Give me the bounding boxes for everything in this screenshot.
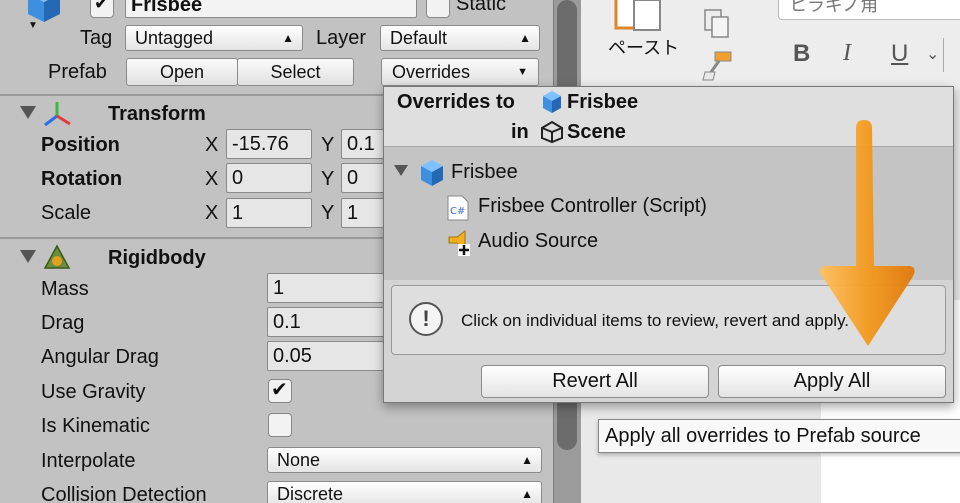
transform-title: Transform bbox=[108, 103, 206, 125]
foldout-arrow-icon[interactable] bbox=[394, 165, 408, 176]
paste-label[interactable]: ペースト bbox=[608, 36, 679, 60]
dropdown-arrow-icon: ▼ bbox=[517, 66, 528, 78]
italic-button[interactable]: I bbox=[843, 40, 851, 67]
prefab-label: Prefab bbox=[48, 61, 107, 83]
ribbon-divider bbox=[943, 38, 944, 72]
updown-arrows-icon: ▲ bbox=[282, 31, 294, 45]
prefab-select-button[interactable]: Select bbox=[237, 58, 354, 86]
unity-scene-icon bbox=[540, 120, 564, 144]
use-gravity-checkbox[interactable]: ✔ bbox=[268, 379, 292, 403]
scale-label: Scale bbox=[41, 202, 92, 224]
checkmark-icon: ✔ bbox=[94, 0, 110, 13]
mass-field[interactable]: 1 bbox=[267, 273, 397, 303]
clipboard-icon[interactable] bbox=[614, 0, 670, 32]
position-x-label: X bbox=[205, 134, 219, 156]
popup-title-object: Frisbee bbox=[567, 91, 639, 113]
interpolate-value: None bbox=[277, 450, 321, 470]
tag-value: Untagged bbox=[135, 28, 214, 48]
prefab-cube-icon bbox=[418, 159, 446, 187]
format-painter-icon[interactable] bbox=[701, 50, 735, 82]
layer-dropdown[interactable]: Default ▲ bbox=[380, 25, 540, 51]
collision-detection-dropdown[interactable]: Discrete ▲ bbox=[267, 481, 542, 503]
is-kinematic-label: Is Kinematic bbox=[41, 415, 150, 437]
checkmark-icon: ✔ bbox=[271, 379, 288, 401]
interpolate-dropdown[interactable]: None ▲ bbox=[267, 447, 542, 473]
tree-item-frisbee-controller[interactable]: Frisbee Controller (Script) bbox=[478, 194, 707, 218]
dropdown-arrow-icon[interactable]: ▼ bbox=[28, 20, 38, 31]
copy-icon[interactable] bbox=[701, 8, 733, 40]
annotation-arrow-icon bbox=[812, 116, 922, 351]
csharp-script-icon: C# bbox=[447, 195, 469, 221]
active-checkbox[interactable]: ✔ bbox=[90, 0, 114, 18]
position-x-field[interactable]: -15.76 bbox=[226, 129, 312, 159]
foldout-arrow-icon[interactable] bbox=[20, 106, 36, 119]
font-name-field[interactable]: ヒラギノ角 bbox=[778, 0, 960, 20]
prefab-cube-icon bbox=[540, 90, 564, 114]
overrides-dropdown[interactable]: Overrides ▼ bbox=[381, 58, 539, 86]
info-text: Click on individual items to review, rev… bbox=[461, 311, 850, 330]
audio-source-added-icon bbox=[447, 229, 475, 257]
interpolate-label: Interpolate bbox=[41, 450, 136, 472]
tag-dropdown[interactable]: Untagged ▲ bbox=[125, 25, 303, 51]
updown-arrows-icon: ▲ bbox=[521, 487, 533, 501]
prefab-open-button[interactable]: Open bbox=[126, 58, 238, 86]
rotation-label: Rotation bbox=[41, 168, 123, 190]
rigidbody-title: Rigidbody bbox=[108, 247, 206, 269]
layer-value: Default bbox=[390, 28, 448, 48]
rotation-x-label: X bbox=[205, 168, 219, 190]
updown-arrows-icon: ▲ bbox=[519, 31, 531, 45]
scale-x-field[interactable]: 1 bbox=[226, 198, 312, 228]
angular-drag-label: Angular Drag bbox=[41, 346, 159, 368]
overrides-label: Overrides bbox=[392, 62, 471, 82]
scale-y-label: Y bbox=[321, 202, 335, 224]
tag-label: Tag bbox=[80, 27, 113, 49]
position-label: Position bbox=[41, 134, 120, 156]
updown-arrows-icon: ▲ bbox=[521, 453, 533, 467]
rotation-x-field[interactable]: 0 bbox=[226, 163, 312, 193]
object-name-field[interactable]: Frisbee bbox=[125, 0, 417, 18]
drag-field[interactable]: 0.1 bbox=[267, 307, 397, 337]
is-kinematic-checkbox[interactable] bbox=[268, 413, 292, 437]
rigidbody-icon bbox=[42, 244, 72, 272]
tree-root-frisbee[interactable]: Frisbee bbox=[451, 160, 518, 184]
use-gravity-label: Use Gravity bbox=[41, 381, 146, 403]
layer-label: Layer bbox=[316, 27, 367, 49]
underline-button[interactable]: U bbox=[891, 40, 908, 68]
popup-title-prefix: Overrides to bbox=[397, 91, 515, 113]
popup-in-label: in bbox=[511, 121, 529, 143]
foldout-arrow-icon[interactable] bbox=[20, 250, 36, 263]
bold-button[interactable]: B bbox=[793, 40, 810, 68]
transform-icon bbox=[42, 100, 72, 128]
apply-all-tooltip: Apply all overrides to Prefab source bbox=[598, 419, 960, 453]
rotation-y-label: Y bbox=[321, 168, 335, 190]
svg-text:C#: C# bbox=[450, 206, 465, 217]
scale-x-label: X bbox=[205, 202, 219, 224]
underline-dropdown-icon[interactable]: ⌄ bbox=[926, 44, 939, 64]
static-label: Static bbox=[456, 0, 507, 15]
position-y-label: Y bbox=[321, 134, 335, 156]
collision-detection-label: Collision Detection bbox=[41, 484, 207, 503]
drag-label: Drag bbox=[41, 312, 85, 334]
apply-all-button[interactable]: Apply All bbox=[718, 365, 946, 398]
popup-scene-label: Scene bbox=[567, 121, 626, 143]
static-checkbox[interactable] bbox=[426, 0, 450, 18]
angular-drag-field[interactable]: 0.05 bbox=[267, 341, 397, 371]
tree-item-audio-source[interactable]: Audio Source bbox=[478, 229, 598, 253]
mass-label: Mass bbox=[41, 278, 89, 300]
collision-detection-value: Discrete bbox=[277, 484, 344, 503]
revert-all-button[interactable]: Revert All bbox=[481, 365, 709, 398]
info-exclamation-icon: ! bbox=[409, 302, 443, 336]
